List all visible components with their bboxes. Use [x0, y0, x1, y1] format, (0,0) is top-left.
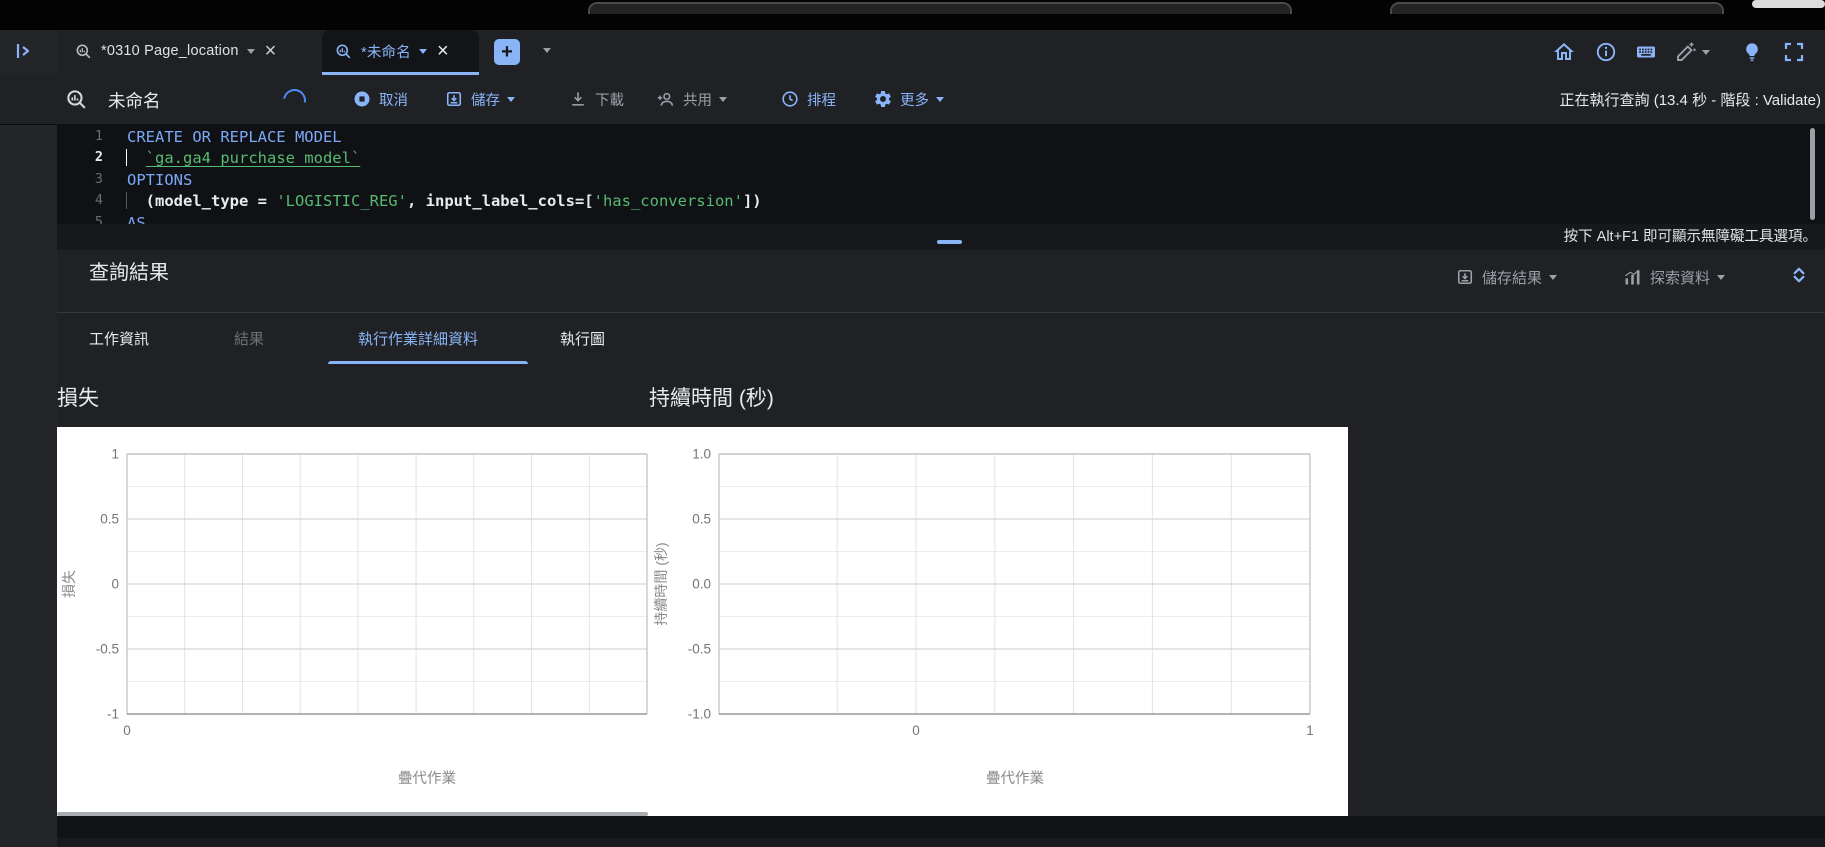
- browser-tab-fragment: [588, 2, 1292, 14]
- wand-options-chevron-icon[interactable]: [1702, 50, 1710, 55]
- save-icon: [1457, 269, 1473, 285]
- line-number: 5: [94, 213, 103, 224]
- query-status-text: 正在執行查詢 (13.4 秒 - 階段 : Validate): [1559, 92, 1821, 109]
- svg-text:疊代作業: 疊代作業: [986, 770, 1044, 787]
- save-icon: [446, 91, 462, 107]
- clock-icon: [782, 91, 798, 107]
- splitter-drag-handle[interactable]: [937, 240, 962, 244]
- save-results-button[interactable]: 儲存結果: [1455, 264, 1558, 290]
- svg-text:1.0: 1.0: [692, 447, 711, 462]
- query-toolbar: 未命名 取消 儲存 下載 共用 排程 更多 正在執行查詢 (13.4 秒 - 階…: [0, 75, 1825, 125]
- tab-job-information[interactable]: 工作資訊: [89, 328, 149, 349]
- download-button[interactable]: 下載: [568, 85, 624, 113]
- tab-label: *未命名: [361, 44, 411, 61]
- person-add-icon: [657, 92, 674, 106]
- tab-untitled-active[interactable]: *未命名 ×: [322, 30, 479, 72]
- explore-data-icon: [1625, 269, 1640, 284]
- browser-popup-fragment: [1752, 0, 1825, 8]
- svg-text:持續時間 (秒): 持續時間 (秒): [653, 542, 669, 625]
- info-icon[interactable]: [1594, 40, 1618, 64]
- line-number: 3: [94, 170, 103, 187]
- active-results-tab-underline: [328, 361, 528, 364]
- accessibility-hint: 按下 Alt+F1 即可顯示無障礙工具選項。: [1563, 229, 1817, 245]
- code-line[interactable]: 3 OPTIONS: [57, 169, 1825, 190]
- save-button[interactable]: 儲存: [444, 85, 515, 113]
- svg-text:-1.0: -1.0: [688, 707, 711, 722]
- query-tab-icon: [334, 42, 353, 61]
- share-button[interactable]: 共用: [655, 85, 727, 113]
- close-tab-icon[interactable]: ×: [263, 41, 279, 61]
- code-text: AS: [127, 213, 146, 224]
- more-options-chevron-icon: [936, 96, 944, 102]
- explore-data-chevron-icon: [1717, 274, 1726, 280]
- share-options-chevron-icon: [719, 96, 727, 102]
- code-text: (model_type = 'LOGISTIC_REG', input_labe…: [127, 192, 762, 211]
- svg-text:0: 0: [912, 723, 920, 738]
- new-query-tab-button[interactable]: +: [494, 39, 520, 65]
- tab-results: 結果: [234, 328, 264, 349]
- code-text: `ga.ga4_purchase_model`: [145, 149, 361, 168]
- loss-chart-title: 損失: [57, 387, 99, 410]
- left-panel-rail: [0, 30, 57, 847]
- collapse-results-icon[interactable]: [1786, 262, 1812, 288]
- download-icon: [572, 92, 584, 106]
- svg-text:-0.5: -0.5: [688, 642, 711, 657]
- line-number: 4: [94, 192, 103, 209]
- tab-label: *0310 Page_location: [101, 43, 239, 59]
- code-line[interactable]: 4 (model_type = 'LOGISTIC_REG', input_la…: [57, 190, 1825, 211]
- chevron-down-icon[interactable]: [246, 48, 255, 54]
- schedule-button[interactable]: 排程: [780, 85, 836, 113]
- save-results-chevron-icon: [1549, 274, 1558, 280]
- bottom-band: [57, 816, 1825, 847]
- sql-generation-wand-icon[interactable]: [1674, 40, 1698, 64]
- stop-icon: [354, 91, 370, 107]
- line-number: 1: [94, 128, 103, 144]
- query-tab-icon: [74, 42, 93, 61]
- gear-icon: [875, 91, 891, 107]
- close-tab-icon[interactable]: ×: [435, 41, 451, 61]
- duration-chart: 1.0 0.5 0.0 -0.5 -1.0 0 1 持續時間 (秒) 疊代作業: [653, 447, 1314, 788]
- code-line[interactable]: 5 AS: [57, 212, 1825, 224]
- tab-0310-page-location[interactable]: *0310 Page_location ×: [62, 30, 290, 72]
- cancel-query-button[interactable]: 取消: [352, 85, 408, 113]
- bigquery-workspace: *0310 Page_location × *未命名 × + 未命名 取消 儲存…: [0, 0, 1825, 847]
- charts-panel: 1 0.5 0 -0.5 -1 0 損失 疊代作業 1.0 0.5 0.0 -0.5 -1.0 0 1 持續時…: [57, 427, 1348, 816]
- results-title: 查詢結果: [89, 262, 169, 284]
- sql-editor[interactable]: 1 CREATE OR REPLACE MODEL 2 `ga.ga4_purcha…: [57, 124, 1825, 224]
- tab-overflow-chevron-icon[interactable]: [543, 48, 551, 53]
- code-text: OPTIONS: [127, 170, 193, 189]
- query-icon: [64, 87, 89, 112]
- browser-tab-fragment: [1390, 2, 1724, 14]
- lightbulb-icon[interactable]: [1740, 40, 1764, 64]
- save-options-chevron-icon: [507, 96, 515, 102]
- explore-data-button[interactable]: 探索資料: [1622, 264, 1726, 290]
- svg-text:0.0: 0.0: [692, 577, 711, 592]
- code-line[interactable]: 2 `ga.ga4_purchase_model`: [57, 147, 1825, 168]
- browser-chrome-sliver: [0, 0, 1825, 30]
- more-button[interactable]: 更多: [873, 85, 944, 113]
- tab-execution-graph[interactable]: 執行圖: [560, 328, 605, 349]
- query-title: 未命名: [108, 91, 161, 111]
- editor-footer-bar: 按下 Alt+F1 即可顯示無障礙工具選項。: [57, 224, 1825, 250]
- svg-text:0.5: 0.5: [692, 512, 711, 527]
- home-icon[interactable]: [1552, 40, 1576, 64]
- open-left-panel-button[interactable]: [12, 38, 38, 64]
- chevron-down-icon[interactable]: [418, 48, 427, 54]
- results-divider: [57, 312, 1825, 313]
- svg-text:1: 1: [1306, 723, 1314, 738]
- line-number: 2: [94, 149, 103, 166]
- fullscreen-icon[interactable]: [1782, 40, 1806, 64]
- duration-chart-title: 持續時間 (秒): [649, 387, 774, 410]
- query-running-spinner: [278, 84, 311, 117]
- keyboard-icon[interactable]: [1634, 40, 1658, 64]
- tab-execution-details[interactable]: 執行作業詳細資料: [358, 328, 478, 349]
- code-text: CREATE OR REPLACE MODEL: [127, 128, 342, 146]
- code-line[interactable]: 1 CREATE OR REPLACE MODEL: [57, 126, 1825, 147]
